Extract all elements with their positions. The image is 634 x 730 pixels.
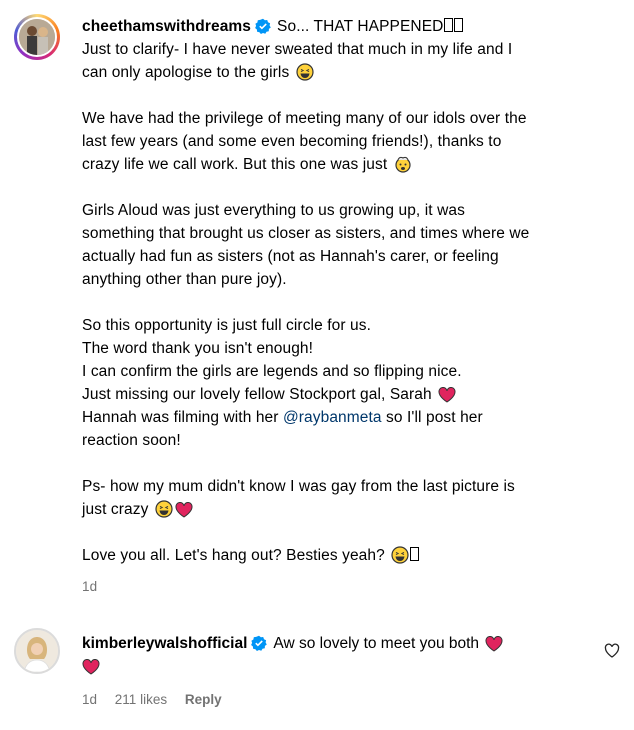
caption-line: reaction soon!: [82, 432, 181, 449]
red-heart-icon: [82, 659, 100, 675]
caption-line: last few years (and some even becoming f…: [82, 133, 502, 150]
caption-line: So this opportunity is just full circle …: [82, 317, 371, 334]
post-headline: So... THAT HAPPENED: [277, 18, 444, 35]
laughing-face-icon: [155, 500, 173, 518]
laughing-face-icon: [296, 63, 314, 81]
red-heart-icon: [175, 502, 193, 518]
comment-time[interactable]: 1d: [82, 692, 97, 707]
comment-likes[interactable]: 211 likes: [115, 692, 167, 707]
missing-glyph-icon: [410, 547, 420, 561]
exploding-head-icon: [395, 156, 411, 173]
heart-outline-icon[interactable]: [604, 643, 620, 659]
avatar-photo: [16, 630, 58, 672]
caption-line: Girls Aloud was just everything to us gr…: [82, 202, 465, 219]
caption-line: Just missing our lovely fellow Stockport…: [82, 386, 432, 403]
verified-badge-icon: [251, 635, 268, 651]
caption-line: actually had fun as sisters (not as Hann…: [82, 248, 499, 265]
comment-text: Aw so lovely to meet you both: [273, 635, 480, 652]
caption-line: anything other than pure joy).: [82, 271, 287, 288]
verified-badge-icon: [255, 18, 271, 34]
missing-glyph-icon: [454, 18, 464, 32]
comment-username[interactable]: kimberleywalshofficial: [82, 635, 247, 652]
post-caption: cheethamswithdreams So... THAT HAPPENED J…: [82, 15, 617, 598]
commenter-avatar[interactable]: [14, 628, 60, 674]
caption-line: I can confirm the girls are legends and …: [82, 363, 462, 380]
caption-line: Ps- how my mum didn't know I was gay fro…: [82, 478, 515, 495]
red-heart-icon: [438, 387, 456, 403]
caption-line: can only apologise to the girls: [82, 64, 290, 81]
caption-line: Hannah was filming with her: [82, 409, 283, 426]
reply-button[interactable]: Reply: [185, 692, 222, 707]
post-meta: 1d: [82, 575, 617, 598]
post-author-avatar[interactable]: [14, 14, 60, 60]
comment: kimberleywalshofficial Aw so lovely to me…: [82, 632, 592, 711]
post-username[interactable]: cheethamswithdreams: [82, 18, 251, 35]
caption-line: something that brought us closer as sist…: [82, 225, 530, 242]
missing-glyph-icon: [444, 18, 454, 32]
mention-link[interactable]: @raybanmeta: [283, 409, 382, 426]
caption-line: Love you all. Let's hang out? Besties ye…: [82, 547, 385, 564]
caption-line: We have had the privilege of meeting man…: [82, 110, 527, 127]
comment-meta: 1d 211 likes Reply: [82, 688, 592, 711]
laughing-face-icon: [391, 546, 409, 564]
avatar-photo: [17, 17, 57, 57]
caption-line: The word thank you isn't enough!: [82, 340, 314, 357]
red-heart-icon: [485, 636, 503, 652]
post-time[interactable]: 1d: [82, 579, 97, 594]
caption-line: so I'll post her: [381, 409, 483, 426]
caption-line: just crazy: [82, 501, 149, 518]
caption-line: crazy life we call work. But this one wa…: [82, 156, 388, 173]
caption-line: Just to clarify- I have never sweated th…: [82, 41, 513, 58]
